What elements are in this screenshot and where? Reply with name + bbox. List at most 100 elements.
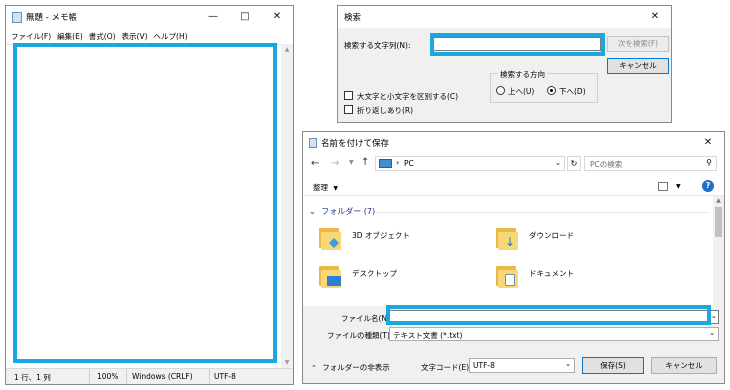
back-arrow-icon[interactable]: ← (311, 158, 319, 169)
download-arrow-icon: ↓ (505, 235, 516, 249)
address-dropdown-icon[interactable]: ⌄ (555, 159, 561, 167)
close-icon[interactable]: ✕ (639, 6, 671, 28)
hide-folders-toggle[interactable]: ⌃ フォルダーの非表示 (311, 362, 390, 373)
item-label: ダウンロード (529, 231, 574, 240)
type-label: ファイルの種類(T): (327, 331, 393, 340)
wrap-label[interactable]: 折り返しあり(R) (357, 105, 413, 116)
find-title: 検索 (344, 13, 362, 23)
save-button[interactable]: 保存(S) (582, 357, 644, 374)
vertical-scrollbar[interactable]: ▲ ▼ (281, 44, 293, 368)
status-zoom: 100% (97, 372, 119, 381)
item-label: 3D オブジェクト (352, 231, 410, 240)
chevron-down-icon: ⌄ (309, 207, 316, 216)
find-titlebar[interactable]: 検索 ✕ (338, 6, 671, 28)
notepad-icon (12, 11, 22, 23)
radio-up[interactable] (496, 86, 505, 95)
find-cancel-button[interactable]: キャンセル (607, 58, 669, 74)
case-sensitive-checkbox[interactable] (344, 91, 353, 100)
find-dialog: 検索 ✕ 検索する文字列(N): 次を検索(F) キャンセル 検索する方向 上へ… (337, 5, 672, 123)
encoding-select[interactable]: UTF-8 ⌄ (469, 358, 575, 373)
editor-highlight (13, 43, 277, 363)
recent-dropdown-icon[interactable]: ▼ (349, 159, 354, 166)
search-box[interactable]: PCの検索 ⚲ (584, 156, 717, 171)
scroll-down-icon[interactable]: ▼ (281, 359, 293, 366)
status-position: 1 行、1 列 (14, 373, 51, 382)
address-bar[interactable]: › PC ⌄ (375, 156, 565, 171)
notepad-statusbar: 1 行、1 列 100% Windows (CRLF) UTF-8 (6, 368, 293, 384)
wrap-checkbox[interactable] (344, 105, 353, 114)
find-label: 検索する文字列(N): (344, 41, 411, 50)
list-item[interactable]: 3D オブジェクト (319, 224, 429, 254)
filename-highlight (386, 305, 711, 325)
status-eol: Windows (CRLF) (132, 372, 193, 381)
direction-label: 検索する方向 (498, 69, 547, 80)
filename-label: ファイル名(N): (341, 314, 393, 323)
search-placeholder: PCの検索 (590, 160, 623, 169)
chevron-down-icon: ⌄ (565, 360, 571, 368)
document-icon (505, 274, 515, 286)
pc-icon (379, 159, 392, 168)
filename-dropdown-icon[interactable]: ⌄ (711, 312, 717, 320)
help-icon[interactable]: ? (702, 180, 714, 192)
desktop-icon (327, 276, 341, 286)
chevron-down-icon: ▼ (333, 185, 339, 192)
notepad-title: 無題 - メモ帳 (26, 13, 77, 23)
view-icon[interactable] (658, 182, 668, 191)
group-divider (375, 212, 708, 213)
folder-icon (496, 264, 518, 288)
group-header[interactable]: ⌄ フォルダー (7) (309, 206, 375, 217)
maximize-icon[interactable]: □ (229, 6, 261, 28)
type-select[interactable]: テキスト文書 (*.txt) ⌄ (389, 327, 719, 341)
refresh-icon[interactable]: ↻ (567, 156, 581, 171)
menu-file[interactable]: ファイル(F) (11, 31, 51, 42)
menu-help[interactable]: ヘルプ(H) (154, 31, 188, 42)
folder-icon: ↓ (496, 226, 518, 250)
close-icon[interactable]: ✕ (261, 6, 293, 28)
notepad-icon (309, 138, 317, 148)
menu-edit[interactable]: 編集(E) (57, 31, 83, 42)
minimize-icon[interactable]: — (197, 6, 229, 28)
radio-down-label[interactable]: 下へ(D) (559, 86, 586, 97)
forward-arrow-icon[interactable]: → (331, 158, 339, 169)
folder-icon (319, 264, 341, 288)
chevron-down-icon: ⌄ (709, 329, 715, 337)
group-label: フォルダー (7) (321, 207, 376, 216)
item-label: デスクトップ (352, 269, 397, 278)
breadcrumb-pc[interactable]: PC (404, 159, 414, 168)
content-scrollbar[interactable]: ▲ (713, 196, 724, 306)
notepad-window: 無題 - メモ帳 — □ ✕ ファイル(F) 編集(E) 書式(O) 表示(V)… (5, 5, 294, 385)
status-divider (209, 369, 210, 384)
hide-folders-label: フォルダーの非表示 (322, 363, 390, 372)
list-item[interactable]: デスクトップ (319, 262, 429, 292)
organize-button[interactable]: 整理 ▼ (313, 182, 338, 193)
menu-format[interactable]: 書式(O) (89, 31, 116, 42)
notepad-menubar: ファイル(F) 編集(E) 書式(O) 表示(V) ヘルプ(H) (6, 28, 293, 44)
case-sensitive-label[interactable]: 大文字と小文字を区別する(C) (357, 91, 458, 102)
list-item[interactable]: ↓ ダウンロード (496, 224, 606, 254)
list-item[interactable]: ドキュメント (496, 262, 606, 292)
scroll-up-icon[interactable]: ▲ (281, 46, 293, 53)
view-dropdown-icon[interactable]: ▼ (676, 183, 681, 190)
radio-up-label[interactable]: 上へ(U) (508, 86, 534, 97)
radio-down[interactable] (547, 86, 556, 95)
find-next-button[interactable]: 次を検索(F) (607, 36, 669, 52)
status-encoding: UTF-8 (214, 372, 236, 381)
save-cancel-button[interactable]: キャンセル (651, 357, 717, 374)
status-divider (89, 369, 90, 384)
scroll-up-icon[interactable]: ▲ (713, 197, 724, 204)
encoding-value: UTF-8 (473, 361, 495, 370)
save-titlebar[interactable]: 名前を付けて保存 ✕ (303, 132, 724, 154)
folder-icon (319, 226, 341, 250)
close-icon[interactable]: ✕ (692, 132, 724, 154)
up-arrow-icon[interactable]: ↑ (361, 157, 369, 168)
menu-view[interactable]: 表示(V) (122, 31, 148, 42)
item-label: ドキュメント (529, 269, 574, 278)
notepad-titlebar[interactable]: 無題 - メモ帳 — □ ✕ (6, 6, 293, 28)
status-divider (126, 369, 127, 384)
search-icon[interactable]: ⚲ (706, 158, 712, 167)
find-input-highlight (430, 33, 605, 56)
save-title: 名前を付けて保存 (321, 139, 390, 149)
encoding-label: 文字コード(E): (421, 363, 472, 372)
scroll-thumb[interactable] (715, 207, 722, 237)
save-dialog: 名前を付けて保存 ✕ ← → ▼ ↑ › PC ⌄ ↻ PCの検索 ⚲ 整理 ▼… (302, 131, 725, 384)
